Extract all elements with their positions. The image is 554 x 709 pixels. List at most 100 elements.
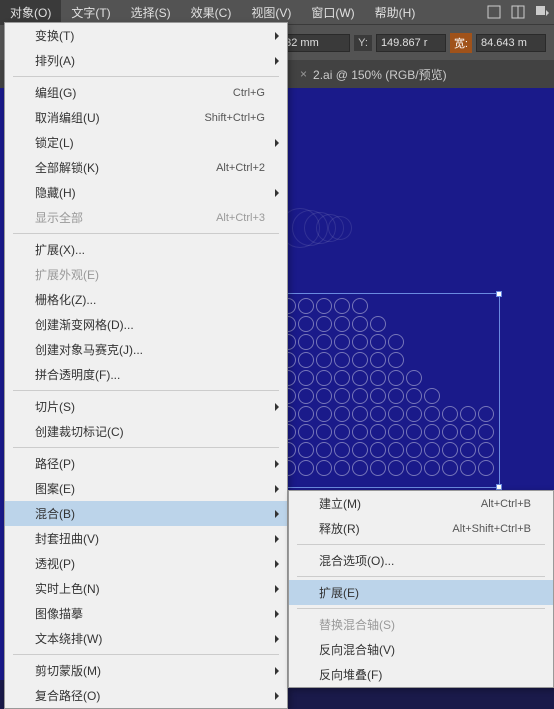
toolbar-icon-2[interactable] bbox=[506, 0, 530, 24]
menu-item-label: 扩展(X)... bbox=[35, 241, 85, 258]
menu-shortcut: Shift+Ctrl+G bbox=[204, 112, 265, 124]
menu-item-label: 混合(B) bbox=[35, 505, 75, 522]
menu-item-label: 创建渐变网格(D)... bbox=[35, 316, 134, 333]
object-menu-item[interactable]: 编组(G)Ctrl+G bbox=[5, 80, 287, 105]
width-value[interactable]: 84.643 m bbox=[476, 34, 546, 52]
menu-item-label: 切片(S) bbox=[35, 398, 75, 415]
object-menu-item[interactable]: 创建对象马赛克(J)... bbox=[5, 337, 287, 362]
submenu-arrow-icon bbox=[275, 485, 279, 493]
object-menu-item[interactable]: 混合(B) bbox=[5, 501, 287, 526]
object-menu-dropdown: 变换(T) 排列(A) 编组(G)Ctrl+G取消编组(U)Shift+Ctrl+G… bbox=[4, 22, 288, 709]
menu-item-label: 图案(E) bbox=[35, 480, 75, 497]
object-menu-separator bbox=[13, 447, 279, 448]
submenu-arrow-icon bbox=[275, 560, 279, 568]
menubar: 对象(O) 文字(T) 选择(S) 效果(C) 视图(V) 窗口(W) 帮助(H… bbox=[0, 0, 554, 24]
object-menu-item[interactable]: 文本绕排(W) bbox=[5, 626, 287, 651]
y-value[interactable]: 149.867 r bbox=[376, 34, 446, 52]
object-menu-separator bbox=[13, 76, 279, 77]
menu-effect[interactable]: 效果(C) bbox=[181, 0, 242, 25]
object-menu-item[interactable]: 变换(T) bbox=[5, 23, 287, 48]
object-menu-item[interactable]: 创建渐变网格(D)... bbox=[5, 312, 287, 337]
menu-item-label: 透视(P) bbox=[35, 555, 75, 572]
object-menu-item[interactable]: 剪切蒙版(M) bbox=[5, 658, 287, 683]
blend-menu-item[interactable]: 扩展(E) bbox=[289, 580, 553, 605]
menu-item-label: 创建裁切标记(C) bbox=[35, 423, 124, 440]
object-menu-item[interactable]: 复合路径(O) bbox=[5, 683, 287, 708]
x-value[interactable]: 32 mm bbox=[280, 34, 350, 52]
object-menu-item[interactable]: 封套扭曲(V) bbox=[5, 526, 287, 551]
blend-menu-item[interactable]: 建立(M) Alt+Ctrl+B bbox=[289, 491, 553, 516]
menu-item-label: 显示全部 bbox=[35, 209, 83, 226]
menu-item-label: 文本绕排(W) bbox=[35, 630, 102, 647]
menu-item-label: 实时上色(N) bbox=[35, 580, 100, 597]
selection-handle[interactable] bbox=[496, 291, 502, 297]
menu-item-label: 创建对象马赛克(J)... bbox=[35, 341, 143, 358]
object-menu-item[interactable]: 图案(E) bbox=[5, 476, 287, 501]
menu-item-label: 剪切蒙版(M) bbox=[35, 662, 101, 679]
object-menu-item[interactable]: 栅格化(Z)... bbox=[5, 287, 287, 312]
menu-item-label: 复合路径(O) bbox=[35, 687, 100, 704]
submenu-arrow-icon bbox=[275, 585, 279, 593]
menu-item-label: 扩展(E) bbox=[319, 584, 359, 601]
tab-label: 2.ai @ 150% (RGB/预览) bbox=[313, 66, 447, 83]
object-menu-item[interactable]: 路径(P) bbox=[5, 451, 287, 476]
object-menu-item[interactable]: 排列(A) bbox=[5, 48, 287, 73]
submenu-arrow-icon bbox=[275, 32, 279, 40]
blend-menu-item: 替换混合轴(S) bbox=[289, 612, 553, 637]
menu-shortcut: Alt+Ctrl+2 bbox=[216, 162, 265, 174]
toolbar-dropdown-icon[interactable] bbox=[530, 0, 554, 24]
object-menu-item[interactable]: 实时上色(N) bbox=[5, 576, 287, 601]
menu-item-label: 拼合透明度(F)... bbox=[35, 366, 120, 383]
menu-help[interactable]: 帮助(H) bbox=[365, 0, 426, 25]
menu-item-label: 建立(M) bbox=[319, 495, 361, 512]
object-menu-item[interactable]: 切片(S) bbox=[5, 394, 287, 419]
blend-menu-separator bbox=[297, 576, 545, 577]
object-menu-item[interactable]: 隐藏(H) bbox=[5, 180, 287, 205]
toolbar-icon-1[interactable] bbox=[482, 0, 506, 24]
object-menu-separator bbox=[13, 654, 279, 655]
object-menu-separator bbox=[13, 390, 279, 391]
object-menu-item[interactable]: 扩展(X)... bbox=[5, 237, 287, 262]
submenu-arrow-icon bbox=[275, 667, 279, 675]
menu-item-label: 反向混合轴(V) bbox=[319, 641, 395, 658]
menu-window[interactable]: 窗口(W) bbox=[301, 0, 364, 25]
submenu-arrow-icon bbox=[275, 189, 279, 197]
menu-shortcut: Alt+Ctrl+B bbox=[481, 498, 531, 510]
blend-menu-separator bbox=[297, 544, 545, 545]
menu-item-label: 全部解锁(K) bbox=[35, 159, 99, 176]
object-menu-item[interactable]: 透视(P) bbox=[5, 551, 287, 576]
menu-item-label: 栅格化(Z)... bbox=[35, 291, 96, 308]
selection-bounds bbox=[280, 293, 500, 488]
submenu-arrow-icon bbox=[275, 57, 279, 65]
menu-item-label: 变换(T) bbox=[35, 27, 74, 44]
object-menu-item[interactable]: 拼合透明度(F)... bbox=[5, 362, 287, 387]
document-tab[interactable]: × 2.ai @ 150% (RGB/预览) bbox=[290, 60, 457, 89]
object-menu-item[interactable]: 锁定(L) bbox=[5, 130, 287, 155]
object-menu-item: 扩展外观(E) bbox=[5, 262, 287, 287]
blend-menu-item[interactable]: 释放(R)Alt+Shift+Ctrl+B bbox=[289, 516, 553, 541]
object-menu-item: 显示全部Alt+Ctrl+3 bbox=[5, 205, 287, 230]
object-menu-item[interactable]: 创建裁切标记(C) bbox=[5, 419, 287, 444]
blend-menu-item[interactable]: 反向堆叠(F) bbox=[289, 662, 553, 687]
menu-shortcut: Alt+Shift+Ctrl+B bbox=[452, 523, 531, 535]
submenu-arrow-icon bbox=[275, 139, 279, 147]
menu-view[interactable]: 视图(V) bbox=[241, 0, 301, 25]
close-icon[interactable]: × bbox=[300, 67, 307, 81]
object-menu-separator bbox=[13, 233, 279, 234]
menu-type[interactable]: 文字(T) bbox=[61, 0, 120, 25]
object-menu-item[interactable]: 取消编组(U)Shift+Ctrl+G bbox=[5, 105, 287, 130]
menu-item-label: 路径(P) bbox=[35, 455, 75, 472]
menu-object[interactable]: 对象(O) bbox=[0, 0, 61, 25]
y-label: Y: bbox=[354, 35, 372, 51]
blend-menu-item[interactable]: 混合选项(O)... bbox=[289, 548, 553, 573]
submenu-arrow-icon bbox=[275, 692, 279, 700]
menu-item-label: 排列(A) bbox=[35, 52, 75, 69]
blend-menu-item[interactable]: 反向混合轴(V) bbox=[289, 637, 553, 662]
blend-submenu: 建立(M) Alt+Ctrl+B 释放(R)Alt+Shift+Ctrl+B 混合选项… bbox=[288, 490, 554, 688]
menu-item-label: 混合选项(O)... bbox=[319, 552, 394, 569]
menu-select[interactable]: 选择(S) bbox=[121, 0, 181, 25]
submenu-arrow-icon bbox=[275, 460, 279, 468]
submenu-arrow-icon bbox=[275, 403, 279, 411]
object-menu-item[interactable]: 全部解锁(K) Alt+Ctrl+2 bbox=[5, 155, 287, 180]
object-menu-item[interactable]: 图像描摹 bbox=[5, 601, 287, 626]
